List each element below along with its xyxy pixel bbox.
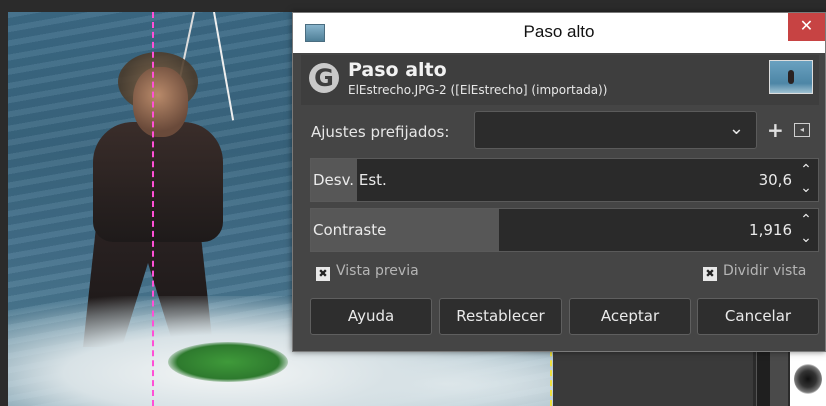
chevron-down-icon: ⌄ xyxy=(728,118,744,139)
checkbox-check-icon: ✖ xyxy=(316,267,330,281)
std-dev-spinscale[interactable]: Desv. Est. 30,6 ⌃ ⌄ xyxy=(310,158,819,202)
cancel-button[interactable]: Cancelar xyxy=(697,298,819,335)
preview-blob xyxy=(794,364,822,394)
contrast-value[interactable]: 1,916 xyxy=(749,221,792,239)
split-view-label: Dividir vista xyxy=(723,263,807,279)
std-dev-label: Desv. Est. xyxy=(313,171,387,189)
titlebar[interactable]: Paso alto ✕ xyxy=(293,13,825,53)
std-dev-stepper-icon[interactable]: ⌃ ⌄ xyxy=(798,161,814,199)
presets-menu-button[interactable]: ◂ xyxy=(794,123,810,137)
high-pass-dialog: Paso alto ✕ G Paso alto ElEstrecho.JPG-2… xyxy=(292,12,826,352)
navigation-preview xyxy=(790,352,826,406)
gegl-logo-icon: G xyxy=(309,63,339,93)
presets-dropdown[interactable]: ⌄ xyxy=(474,111,757,149)
split-view-checkbox[interactable]: ✖ Dividir vista xyxy=(703,263,806,281)
std-dev-value[interactable]: 30,6 xyxy=(759,171,792,189)
checkbox-check-icon: ✖ xyxy=(703,267,717,281)
window-title: Paso alto xyxy=(523,22,595,41)
image-subtitle: ElEstrecho.JPG-2 ([ElEstrecho] (importad… xyxy=(348,83,608,97)
preview-checkbox[interactable]: ✖ Vista previa xyxy=(316,263,419,281)
add-preset-button[interactable]: + xyxy=(767,118,784,142)
rider-head xyxy=(133,67,188,137)
contrast-spinscale[interactable]: Contraste 1,916 ⌃ ⌄ xyxy=(310,208,819,252)
contrast-stepper-icon[interactable]: ⌃ ⌄ xyxy=(798,211,814,249)
help-button[interactable]: Ayuda xyxy=(310,298,432,335)
preview-label: Vista previa xyxy=(336,263,419,279)
dialog-header: G Paso alto ElEstrecho.JPG-2 ([ElEstrech… xyxy=(301,55,819,105)
reset-button[interactable]: Restablecer xyxy=(439,298,562,335)
ok-button[interactable]: Aceptar xyxy=(569,298,691,335)
presets-label: Ajustes prefijados: xyxy=(311,123,450,141)
close-button[interactable]: ✕ xyxy=(788,13,825,41)
rider-body xyxy=(93,122,223,242)
split-view-guide xyxy=(152,12,154,406)
filter-title: Paso alto xyxy=(348,59,447,81)
image-thumbnail xyxy=(769,60,813,94)
contrast-label: Contraste xyxy=(313,221,387,239)
kiteboard xyxy=(168,342,288,382)
